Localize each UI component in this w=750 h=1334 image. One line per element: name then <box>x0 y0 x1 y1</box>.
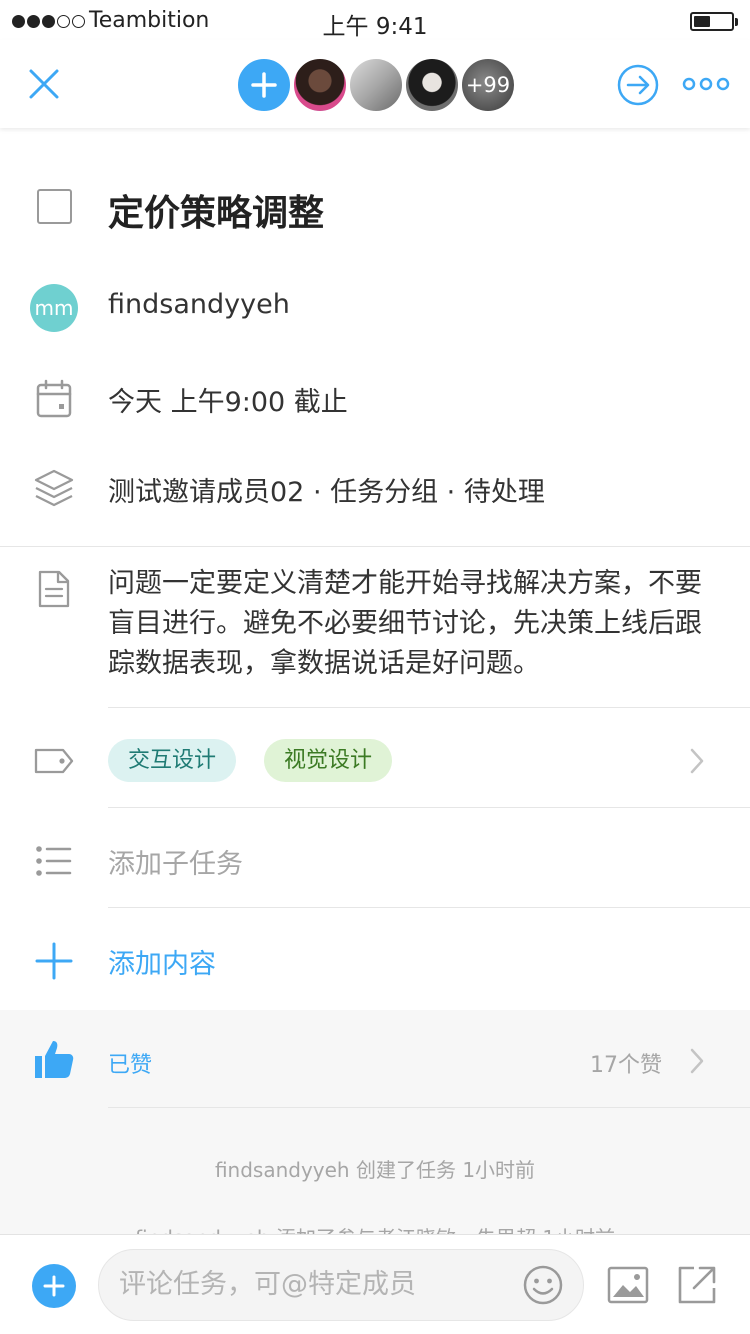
thumbs-up-icon[interactable] <box>33 1038 75 1080</box>
member-avatar[interactable] <box>291 56 349 114</box>
due-date[interactable]: 今天 上午9:00 截止 <box>108 380 348 419</box>
member-avatar[interactable] <box>403 56 461 114</box>
plus-icon <box>43 1275 65 1297</box>
activity-item: findsandyyeh 创建了任务 1小时前 <box>214 1158 536 1182</box>
status-time: 上午 9:41 <box>322 14 428 40</box>
divider <box>108 1107 750 1108</box>
image-icon[interactable] <box>606 1265 650 1305</box>
assignee-name[interactable]: findsandyyeh <box>108 289 290 320</box>
share-forward-icon <box>617 64 659 106</box>
comment-bar: 评论任务，可@特定成员 <box>0 1234 750 1334</box>
liked-label[interactable]: 已赞 <box>108 1047 152 1079</box>
member-avatar[interactable] <box>347 56 405 114</box>
add-member-button[interactable] <box>235 56 293 114</box>
add-content-button[interactable]: 添加内容 <box>108 942 216 981</box>
nav-bar: +99 <box>0 40 750 128</box>
chevron-right-icon[interactable] <box>687 746 707 776</box>
tag-chip[interactable]: 视觉设计 <box>264 739 393 782</box>
comment-add-button[interactable] <box>32 1264 76 1308</box>
activity-panel: 已赞 17个赞 findsandyyeh 创建了任务 1小时前 findsand… <box>0 1010 750 1234</box>
subtask-list-icon <box>28 841 80 881</box>
task-description[interactable]: 问题一定要定义清楚才能开始寻找解决方案，不要盲目进行。避免不必要细节讨论，先决策… <box>108 564 728 684</box>
document-icon <box>28 568 80 610</box>
more-icon <box>682 77 730 91</box>
task-complete-checkbox[interactable] <box>37 189 72 224</box>
member-avatars[interactable]: +99 <box>235 56 517 114</box>
task-location[interactable]: 测试邀请成员02 · 任务分组 · 待处理 <box>108 470 545 509</box>
add-subtask-field[interactable]: 添加子任务 <box>108 842 243 881</box>
status-bar: Teambition 上午 9:41 <box>0 0 750 40</box>
battery-icon <box>690 12 738 31</box>
layers-icon <box>28 467 80 509</box>
plus-icon <box>28 941 80 981</box>
divider <box>108 707 750 708</box>
assignee-avatar[interactable]: mm <box>30 284 78 332</box>
like-count[interactable]: 17个赞 <box>590 1047 662 1079</box>
tag-chip[interactable]: 交互设计 <box>108 739 237 782</box>
add-member-icon <box>251 72 277 98</box>
close-button[interactable] <box>18 58 70 110</box>
activity-item: findsandyyeh 添加了参与者江晓敏、朱思超 1小时前 <box>0 1222 750 1234</box>
chevron-right-icon[interactable] <box>687 1046 707 1076</box>
share-forward-button[interactable] <box>614 61 662 109</box>
divider <box>108 807 750 808</box>
more-button[interactable] <box>680 68 732 100</box>
comment-input[interactable]: 评论任务，可@特定成员 <box>98 1249 584 1321</box>
task-title[interactable]: 定价策略调整 <box>108 184 324 236</box>
comment-placeholder: 评论任务，可@特定成员 <box>119 1269 416 1300</box>
close-icon <box>29 69 59 99</box>
external-link-icon[interactable] <box>676 1264 718 1306</box>
divider <box>0 546 750 547</box>
more-members-badge[interactable]: +99 <box>459 56 517 114</box>
emoji-icon[interactable] <box>521 1263 565 1307</box>
calendar-icon <box>28 378 80 420</box>
tag-icon <box>28 741 80 781</box>
divider <box>108 907 750 908</box>
